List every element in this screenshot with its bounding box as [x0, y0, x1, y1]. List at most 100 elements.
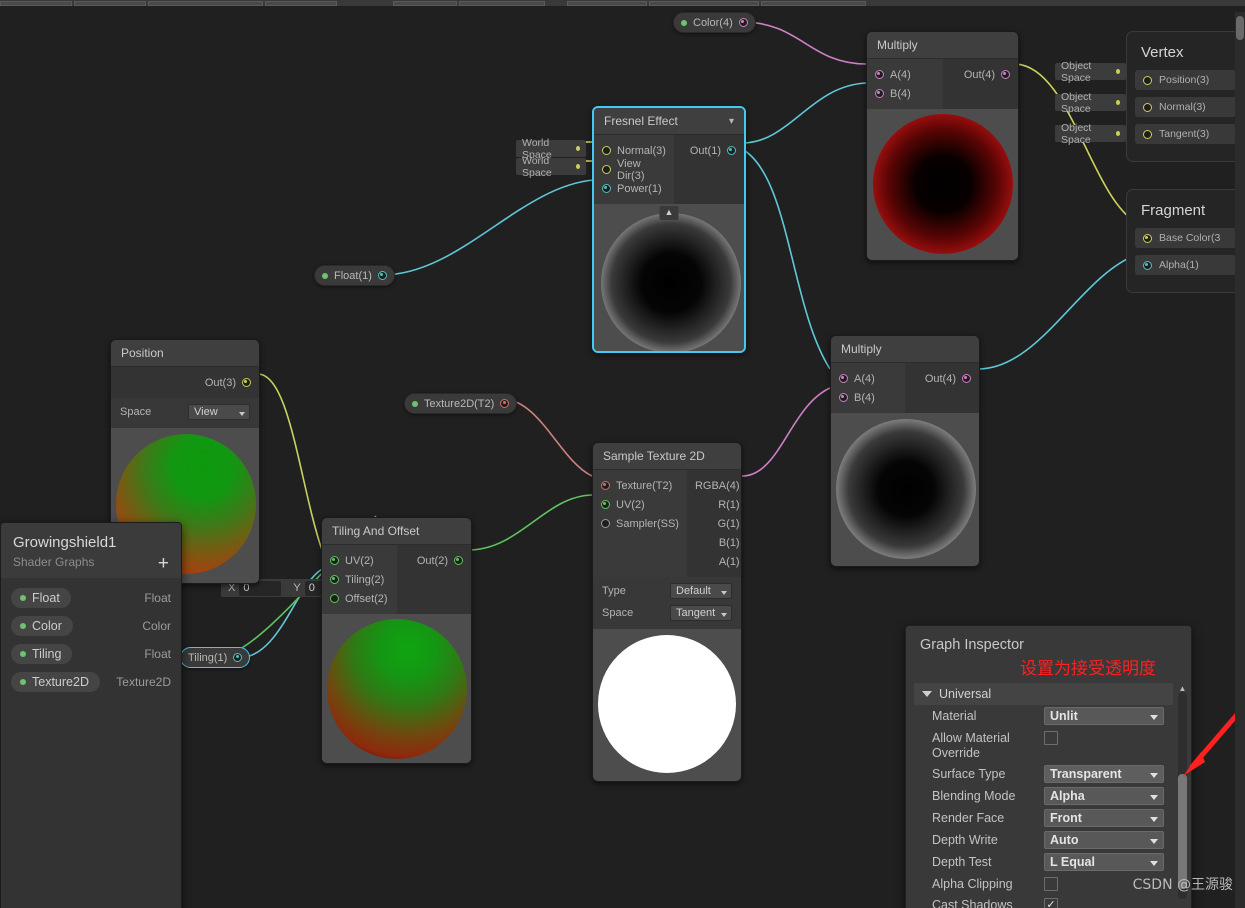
port-dot-multiply-top-b[interactable]	[875, 89, 884, 98]
node-tiling-offset-title-bar[interactable]: Tiling And Offset	[322, 518, 471, 545]
vertex-row-tangent[interactable]: Tangent(3)	[1135, 124, 1236, 144]
node-multiply-bottom-title-bar[interactable]: Multiply	[831, 336, 979, 363]
port-tiling-offset-uv[interactable]: UV(2)	[322, 551, 397, 570]
blackboard-panel[interactable]: Growingshield1 Shader Graphs + Float Flo…	[0, 522, 182, 908]
port-dot-multiply-top-out[interactable]	[1001, 70, 1010, 79]
blackboard-property-color[interactable]: Color Color	[1, 612, 181, 640]
port-dot-multiply-bottom-out[interactable]	[962, 374, 971, 383]
node-position-title-bar[interactable]: Position	[111, 340, 259, 367]
token-port-tiling[interactable]	[233, 653, 242, 662]
node-sample-texture-preview[interactable]	[593, 629, 741, 781]
port-dot-multiply-bottom-b[interactable]	[839, 393, 848, 402]
master-node-fragment[interactable]: Fragment Base Color(3 Alpha(1)	[1126, 189, 1245, 293]
port-dot-viewdir[interactable]	[602, 165, 611, 174]
port-sample-texture-rgba[interactable]: RGBA(4)	[687, 476, 742, 495]
port-dot-tiling-offset-tiling[interactable]	[330, 575, 339, 584]
inspector-row-allow-material-override[interactable]: Allow Material Override	[914, 727, 1173, 763]
node-fresnel-title-bar[interactable]: Fresnel Effect ▾	[594, 108, 744, 135]
port-dot-multiply-top-a[interactable]	[875, 70, 884, 79]
vertex-tangent-space-pill[interactable]: Object Space	[1055, 125, 1126, 142]
fragment-row-base-color[interactable]: Base Color(3	[1135, 228, 1236, 248]
port-dot-sample-texture-sampler[interactable]	[601, 519, 610, 528]
chevron-down-icon[interactable]: ▾	[729, 116, 734, 127]
port-dot-vertex-position[interactable]	[1143, 76, 1152, 85]
row-sample-texture-type[interactable]: Type Default	[593, 580, 741, 602]
port-dot-tiling-offset-offset[interactable]	[330, 594, 339, 603]
inspector-row-depth-test[interactable]: Depth Test L Equal	[914, 851, 1173, 873]
inspector-dropdown-surface-type[interactable]: Transparent	[1044, 765, 1164, 783]
vertex-position-space-pill[interactable]: Object Space	[1055, 63, 1126, 80]
port-dot-fragment-base-color[interactable]	[1143, 234, 1152, 243]
right-scrollbar-thumb[interactable]	[1236, 16, 1244, 40]
inspector-foldout-universal[interactable]: Universal	[914, 683, 1173, 705]
inspector-dropdown-render-face[interactable]: Front	[1044, 809, 1164, 827]
inspector-dropdown-blending-mode[interactable]: Alpha	[1044, 787, 1164, 805]
inspector-row-cast-shadows[interactable]: Cast Shadows ✓	[914, 894, 1173, 908]
inspector-dropdown-material[interactable]: Unlit	[1044, 707, 1164, 725]
port-dot-vertex-tangent[interactable]	[1143, 130, 1152, 139]
inspector-checkbox-cast-shadows[interactable]: ✓	[1044, 898, 1058, 908]
blackboard-pill-float[interactable]: Float	[11, 588, 71, 608]
port-sample-texture-a[interactable]: A(1)	[687, 552, 742, 571]
token-port-float[interactable]	[378, 271, 387, 280]
node-sample-texture-title-bar[interactable]: Sample Texture 2D	[593, 443, 741, 470]
port-fresnel-power[interactable]: Power(1)	[594, 179, 674, 198]
property-token-tiling[interactable]: Tiling(1)	[180, 647, 250, 668]
inspector-row-material[interactable]: Material Unlit	[914, 705, 1173, 727]
inspector-row-blending-mode[interactable]: Blending Mode Alpha	[914, 785, 1173, 807]
property-token-texture2d[interactable]: Texture2D(T2)	[404, 393, 517, 414]
port-dot-tiling-offset-out[interactable]	[454, 556, 463, 565]
scroll-up-icon[interactable]: ▲	[1177, 684, 1188, 692]
collapse-preview-icon[interactable]: ▲	[660, 206, 679, 220]
port-dot-tiling-offset-uv[interactable]	[330, 556, 339, 565]
port-sample-texture-g[interactable]: G(1)	[687, 514, 742, 533]
vertex-row-normal[interactable]: Normal(3)	[1135, 97, 1236, 117]
node-multiply-top[interactable]: Multiply A(4) B(4) Out(4)	[866, 31, 1019, 261]
node-multiply-top-title-bar[interactable]: Multiply	[867, 32, 1018, 59]
master-node-vertex[interactable]: Vertex Position(3) Normal(3) Tangent(3)	[1126, 31, 1245, 162]
port-dot-position-out[interactable]	[242, 378, 251, 387]
port-dot-vertex-normal[interactable]	[1143, 103, 1152, 112]
token-port-color[interactable]	[739, 18, 748, 27]
blackboard-property-float[interactable]: Float Float	[1, 584, 181, 612]
blackboard-pill-texture2d[interactable]: Texture2D	[11, 672, 100, 692]
vertex-row-position[interactable]: Position(3)	[1135, 70, 1236, 90]
dropdown-sample-texture-space[interactable]: Tangent	[670, 605, 732, 621]
inspector-row-depth-write[interactable]: Depth Write Auto	[914, 829, 1173, 851]
port-multiply-top-out[interactable]: Out(4)	[943, 65, 1019, 84]
port-sample-texture-texture[interactable]: Texture(T2)	[593, 476, 687, 495]
port-fresnel-out[interactable]: Out(1)	[674, 141, 744, 160]
port-sample-texture-uv[interactable]: UV(2)	[593, 495, 687, 514]
dropdown-position-space[interactable]: View	[188, 404, 250, 420]
port-multiply-top-b[interactable]: B(4)	[867, 84, 943, 103]
port-dot-sample-texture-uv[interactable]	[601, 500, 610, 509]
node-tiling-and-offset[interactable]: Tiling And Offset UV(2) Tiling(2) Offset…	[321, 517, 472, 764]
right-scrollbar-track[interactable]	[1235, 12, 1245, 908]
port-tiling-offset-offset[interactable]: Offset(2)	[322, 589, 397, 608]
triangle-down-icon[interactable]	[922, 691, 932, 697]
node-multiply-bottom-preview[interactable]	[831, 413, 979, 566]
fresnel-viewdir-space-pill[interactable]: World Space	[516, 158, 586, 175]
inspector-dropdown-depth-test[interactable]: L Equal	[1044, 853, 1164, 871]
row-sample-texture-space[interactable]: Space Tangent	[593, 602, 741, 624]
node-multiply-top-preview[interactable]	[867, 109, 1018, 260]
port-tiling-offset-tiling[interactable]: Tiling(2)	[322, 570, 397, 589]
port-sample-texture-r[interactable]: R(1)	[687, 495, 742, 514]
inspector-checkbox-alpha-clipping[interactable]	[1044, 877, 1058, 891]
node-fresnel-preview[interactable]: ▲	[594, 204, 744, 351]
blackboard-property-tiling[interactable]: Tiling Float	[1, 640, 181, 668]
inspector-checkbox-allow-material-override[interactable]	[1044, 731, 1058, 745]
port-fresnel-viewdir[interactable]: View Dir(3)	[594, 160, 674, 179]
token-port-texture2d[interactable]	[500, 399, 509, 408]
fragment-row-alpha[interactable]: Alpha(1)	[1135, 255, 1236, 275]
inspector-row-render-face[interactable]: Render Face Front	[914, 807, 1173, 829]
port-dot-fresnel-out[interactable]	[727, 146, 736, 155]
vertex-normal-space-pill[interactable]: Object Space	[1055, 94, 1126, 111]
inspector-scrollbar-thumb[interactable]	[1178, 774, 1187, 889]
port-multiply-bottom-out[interactable]: Out(4)	[905, 369, 979, 388]
node-multiply-bottom[interactable]: Multiply A(4) B(4) Out(4)	[830, 335, 980, 567]
property-token-float[interactable]: Float(1)	[314, 265, 395, 286]
inspector-dropdown-depth-write[interactable]: Auto	[1044, 831, 1164, 849]
node-fresnel-effect[interactable]: Fresnel Effect ▾ Normal(3) View Dir(3) P…	[592, 106, 746, 353]
port-dot-normal[interactable]	[602, 146, 611, 155]
